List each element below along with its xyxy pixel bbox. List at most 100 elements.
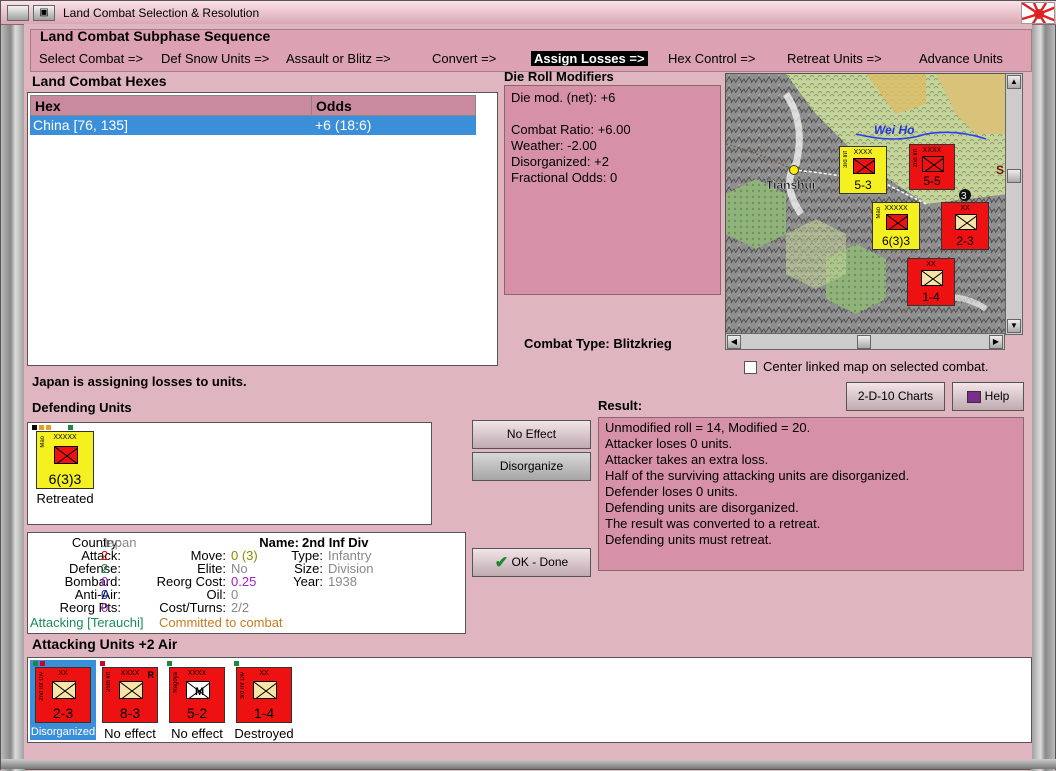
column-header-hex[interactable]: Hex (30, 95, 312, 116)
japan-flag-icon (1021, 2, 1055, 24)
center-map-label: Center linked map on selected combat. (763, 359, 989, 374)
map-vertical-scrollbar[interactable]: ▲ ▼ (1005, 73, 1023, 335)
attacking-title: Attacking Units +2 Air (32, 636, 178, 652)
status-text: Japan is assigning losses to units. (32, 374, 247, 389)
attacking-unit-status: Destroyed (234, 726, 294, 741)
defending-unit-counter[interactable]: XXXXX Mao 6(3)3 (36, 431, 94, 489)
no-effect-button[interactable]: No Effect (472, 420, 591, 449)
table-row[interactable]: China [76, 135] +6 (18:6) (30, 116, 476, 135)
map-horizontal-scrollbar[interactable]: ◀ ▶ (725, 333, 1005, 350)
scroll-down-arrow-icon[interactable]: ▼ (1007, 319, 1021, 333)
system-menu-button[interactable] (7, 5, 29, 21)
info-label: Year: (293, 574, 323, 589)
die-mods-panel: Die mod. (net): +6 Combat Ratio: +6.00 W… (504, 85, 721, 295)
map-unit-counter[interactable]: XXXX 2nd Inf 5-5 (909, 144, 955, 190)
column-header-odds[interactable]: Odds (311, 95, 476, 116)
hexes-title: Land Combat Hexes (32, 73, 167, 89)
map-unit-counter[interactable]: XX 1-4 (907, 258, 955, 306)
reserve-badge: R (147, 670, 155, 680)
attacking-units-panel: XX 2nd Inf Div 2-3 Disorganized XXXX 25t… (27, 657, 1032, 743)
attacking-unit-status: Disorganized (30, 726, 96, 738)
info-costturns: 2/2 (231, 600, 250, 615)
map-hex-number: 3 (961, 191, 967, 202)
frame-left (1, 25, 25, 771)
result-line: The result was converted to a retreat. (605, 516, 821, 531)
combat-type: Combat Type: Blitzkrieg (524, 336, 672, 351)
ok-done-button[interactable]: ✔ OK - Done (472, 548, 591, 577)
result-line: Unmodified roll = 14, Modified = 20. (605, 420, 811, 435)
step-advance-units: Advance Units (919, 51, 1003, 66)
unit-symbol-icon (119, 681, 143, 699)
disorganize-button[interactable]: Disorganize (472, 452, 591, 481)
help-button[interactable]: Help (952, 382, 1024, 411)
combat-type-value: Blitzkrieg (613, 336, 672, 351)
help-book-icon (966, 390, 981, 403)
status-dot-icon (39, 425, 44, 430)
info-committed: Committed to combat (159, 615, 283, 630)
hexes-list: Hex Odds China [76, 135] +6 (18:6) (27, 92, 498, 366)
die-mod-disorganized: Disorganized: +2 (511, 154, 609, 169)
die-mod-weather: Weather: -2.00 (511, 138, 597, 153)
info-reorgpts: 0 (101, 600, 109, 615)
step-def-snow-units: Def Snow Units => (161, 51, 270, 66)
status-dot-icon (33, 661, 38, 666)
map-unit-counter[interactable]: XX 2-3 (941, 202, 989, 250)
attacking-unit-counter[interactable]: XXXX 25th Inf R 8-3 (102, 667, 158, 723)
attacking-unit-counter[interactable]: XX 2nd Inf Div 2-3 (35, 667, 91, 723)
unit-symbol-icon (253, 681, 277, 699)
die-mods-title: Die Roll Modifiers (504, 69, 614, 84)
result-line: Defending units must retreat. (605, 532, 772, 547)
unit-symbol-icon (921, 270, 943, 286)
result-line: Attacker loses 0 units. (605, 436, 733, 451)
combat-type-label: Combat Type: (524, 336, 610, 351)
status-dot-icon (234, 661, 239, 666)
unit-symbol-icon: M (186, 681, 210, 699)
linked-map[interactable]: Tianshui Wei Ho S 3 XXXX 3rd Inf 5-3 XXX… (725, 73, 1007, 335)
svg-text:M: M (195, 686, 204, 698)
scroll-up-arrow-icon[interactable]: ▲ (1007, 75, 1021, 89)
map-unit-counter[interactable]: XXXXX Mao 6(3)3 (872, 202, 920, 250)
center-map-checkbox[interactable] (744, 361, 757, 374)
hex-cell: China [76, 135] (33, 117, 128, 133)
frame-right (1031, 25, 1055, 771)
unit-symbol-icon (853, 158, 875, 174)
status-dot-icon (32, 425, 37, 430)
step-retreat-units: Retreat Units => (787, 51, 882, 66)
info-attacking: Attacking [Terauchi] (30, 615, 144, 630)
step-convert: Convert => (432, 51, 497, 66)
map-edge-label: S (996, 163, 1004, 177)
status-dot-icon (100, 661, 105, 666)
attacking-unit-counter[interactable]: XX 3rd Inf Div 1-4 (236, 667, 292, 723)
status-dot-icon (68, 425, 73, 430)
scroll-left-arrow-icon[interactable]: ◀ (727, 335, 741, 349)
scroll-thumb[interactable] (857, 335, 871, 349)
die-mod-net: Die mod. (net): +6 (511, 90, 616, 105)
step-select-combat: Select Combat => (39, 51, 144, 66)
charts-button[interactable]: 2-D-10 Charts (846, 382, 945, 411)
defending-unit-status: Retreated (36, 491, 94, 506)
attacking-unit-status: No effect (104, 726, 156, 741)
step-assault-or-blitz: Assault or Blitz => (286, 51, 391, 66)
unit-symbol-icon (922, 156, 944, 172)
checkmark-icon: ✔ (494, 554, 509, 572)
result-line: Defending units are disorganized. (605, 500, 799, 515)
attacking-unit-counter[interactable]: XXXX Nagoya M 5-2 (169, 667, 225, 723)
window-title: Land Combat Selection & Resolution (63, 6, 260, 20)
result-panel: Unmodified roll = 14, Modified = 20. Att… (598, 417, 1024, 571)
defending-title: Defending Units (32, 400, 132, 415)
unit-info-panel: Country: Japan Attack: 2 Defense: 2 Bomb… (27, 532, 466, 634)
unit-symbol-icon (886, 214, 908, 230)
attacking-unit-status: No effect (171, 726, 223, 741)
step-hex-control: Hex Control => (668, 51, 756, 66)
title-bar: ▣ Land Combat Selection & Resolution (1, 1, 1056, 25)
map-city-label: Tianshui (766, 178, 815, 192)
frame-bottom (1, 759, 1056, 769)
defending-units-panel: XXXXX Mao 6(3)3 Retreated (27, 422, 432, 525)
scroll-thumb[interactable] (1007, 169, 1021, 183)
status-dot-icon (46, 425, 51, 430)
restore-button[interactable]: ▣ (33, 5, 55, 21)
map-unit-counter[interactable]: XXXX 3rd Inf 5-3 (839, 146, 887, 194)
unit-symbol-icon (54, 446, 78, 464)
scroll-right-arrow-icon[interactable]: ▶ (989, 335, 1003, 349)
unit-symbol-icon (52, 681, 76, 699)
